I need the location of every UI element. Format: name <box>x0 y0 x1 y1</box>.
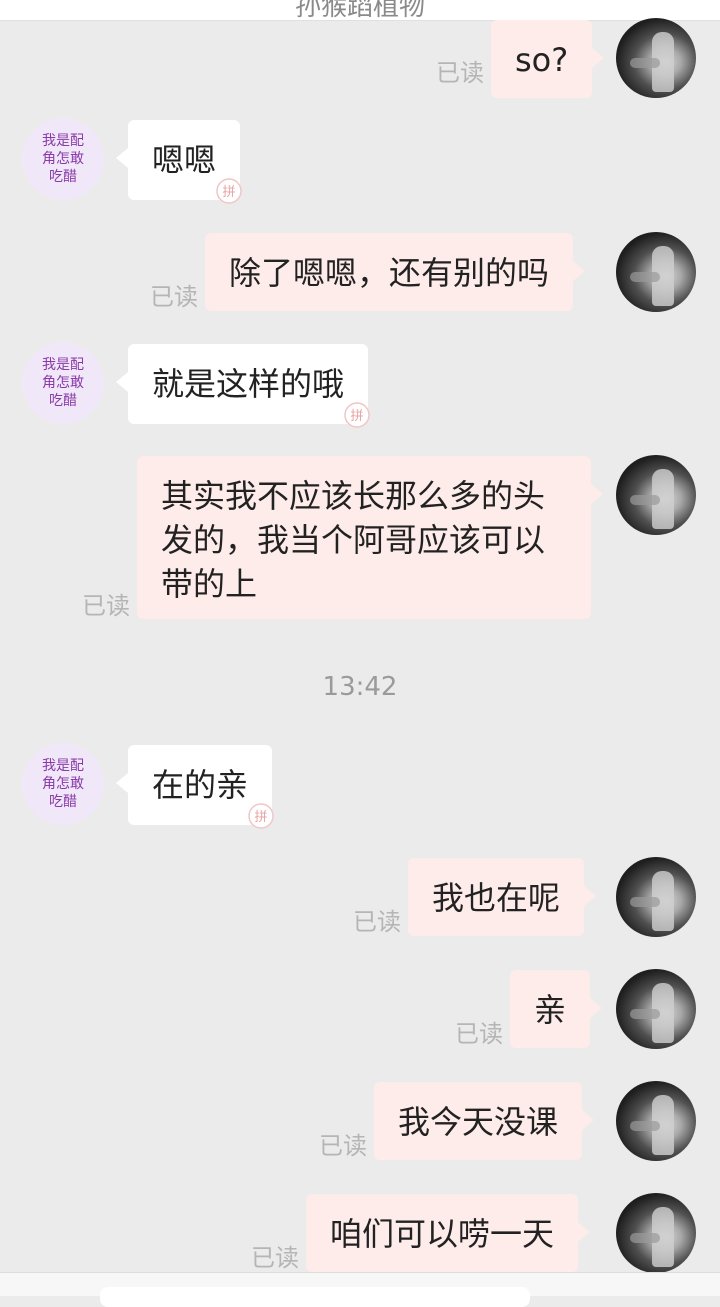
my-message-bubble[interactable]: so? <box>491 20 605 98</box>
my-message-bubble[interactable]: 其实我不应该长那么多的头发的，我当个阿哥应该可以带的上 <box>137 456 603 619</box>
message-text: 咱们可以唠一天 <box>330 1215 555 1253</box>
message-text: 在的亲 <box>152 766 249 804</box>
message-row: 已读 咱们可以唠一天 <box>0 1191 720 1273</box>
my-message-bubble[interactable]: 我也在呢 <box>408 858 597 936</box>
message-row: 已读 我也在呢 <box>0 855 720 945</box>
svg-text:拼: 拼 <box>351 409 364 424</box>
input-bar <box>0 1272 720 1307</box>
read-status: 已读 <box>436 59 484 87</box>
stamp-icon: 拼 <box>216 178 242 204</box>
read-status: 已读 <box>353 908 401 936</box>
message-timestamp: 13:42 <box>322 672 398 702</box>
message-row: 已读 其实我不应该长那么多的头发的，我当个阿哥应该可以带的上 <box>0 455 720 625</box>
message-row: 已读 so? <box>0 10 720 100</box>
avatar-text: 我是配角怎敢吃醋 <box>42 357 84 409</box>
their-message-bubble[interactable]: 就是这样的哦 拼 <box>115 344 370 428</box>
message-row: 我是配角怎敢吃醋 嗯嗯 拼 <box>0 118 720 208</box>
my-message-bubble[interactable]: 除了嗯嗯，还有别的吗 <box>205 233 586 311</box>
svg-text:拼: 拼 <box>255 810 268 825</box>
message-input[interactable] <box>100 1287 530 1307</box>
their-message-bubble[interactable]: 嗯嗯 拼 <box>115 120 242 204</box>
my-avatar[interactable] <box>616 455 696 535</box>
their-message-bubble[interactable]: 在的亲 拼 <box>115 745 274 829</box>
message-row: 已读 我今天没课 <box>0 1079 720 1169</box>
message-row: 已读 亲 <box>0 967 720 1057</box>
message-row: 已读 除了嗯嗯，还有别的吗 <box>0 230 720 320</box>
message-text: 就是这样的哦 <box>152 365 345 403</box>
stamp-icon: 拼 <box>344 402 370 428</box>
contact-avatar[interactable]: 我是配角怎敢吃醋 <box>22 118 104 200</box>
my-message-bubble[interactable]: 我今天没课 <box>374 1082 595 1160</box>
my-avatar[interactable] <box>616 1081 696 1161</box>
message-text: so? <box>515 41 569 79</box>
message-text: 除了嗯嗯，还有别的吗 <box>229 254 550 292</box>
avatar-text: 我是配角怎敢吃醋 <box>42 758 84 810</box>
message-text: 其实我不应该长那么多的头发的，我当个阿哥应该可以带的上 <box>161 477 546 603</box>
read-status: 已读 <box>251 1244 299 1272</box>
svg-text:拼: 拼 <box>223 185 236 200</box>
contact-avatar[interactable]: 我是配角怎敢吃醋 <box>22 342 104 424</box>
my-avatar[interactable] <box>616 232 696 312</box>
message-row: 我是配角怎敢吃醋 在的亲 拼 <box>0 743 720 833</box>
my-message-bubble[interactable]: 亲 <box>510 970 603 1048</box>
my-message-bubble[interactable]: 咱们可以唠一天 <box>306 1194 591 1272</box>
message-text: 我也在呢 <box>432 879 561 917</box>
my-avatar[interactable] <box>616 18 696 98</box>
contact-avatar[interactable]: 我是配角怎敢吃醋 <box>22 743 104 825</box>
read-status: 已读 <box>150 283 198 311</box>
stamp-icon: 拼 <box>248 803 274 829</box>
message-row: 我是配角怎敢吃醋 就是这样的哦 拼 <box>0 342 720 432</box>
message-text: 亲 <box>534 991 567 1029</box>
read-status: 已读 <box>455 1020 503 1048</box>
message-text: 我今天没课 <box>398 1103 559 1141</box>
read-status: 已读 <box>82 592 130 620</box>
read-status: 已读 <box>319 1132 367 1160</box>
avatar-text: 我是配角怎敢吃醋 <box>42 133 84 185</box>
my-avatar[interactable] <box>616 857 696 937</box>
my-avatar[interactable] <box>616 969 696 1049</box>
my-avatar[interactable] <box>616 1193 696 1273</box>
message-text: 嗯嗯 <box>152 141 217 179</box>
